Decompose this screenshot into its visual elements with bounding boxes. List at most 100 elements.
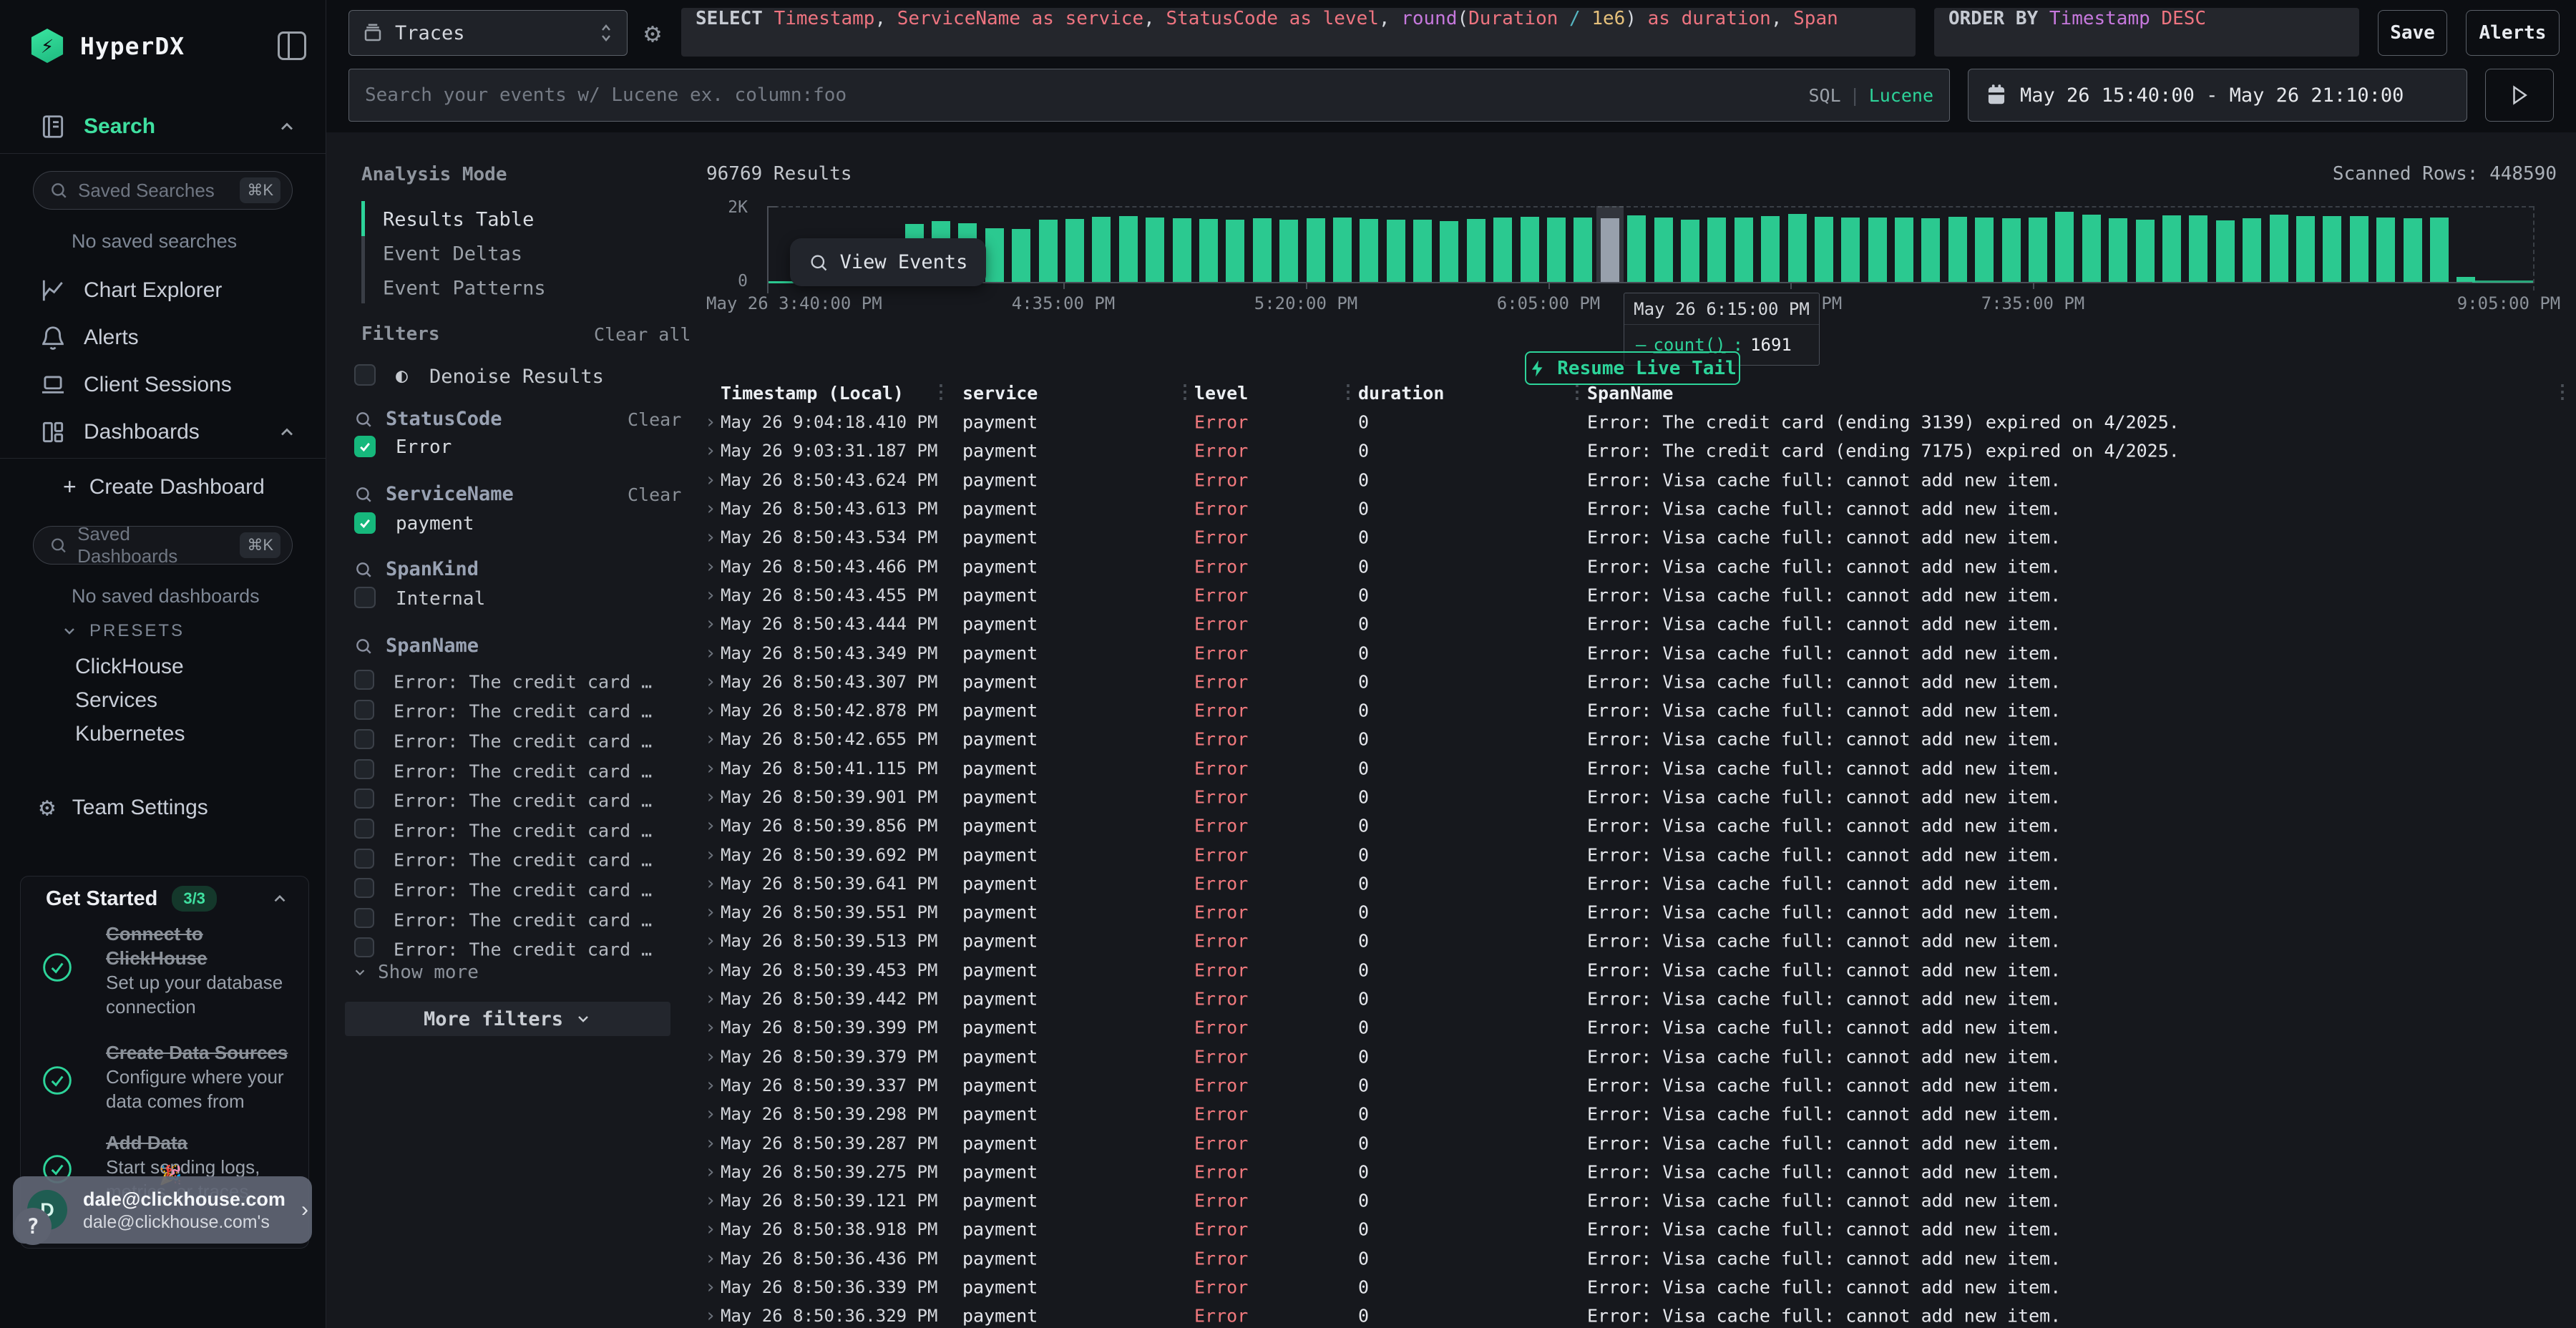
table-row[interactable]: › May 26 8:50:39.121 PM payment Error 0 … xyxy=(687,1186,2576,1215)
clear-all-link[interactable]: Clear all xyxy=(594,324,691,345)
spanname-filter-item[interactable]: Error: The credit card … xyxy=(354,846,669,876)
histogram-slot[interactable] xyxy=(2399,206,2426,283)
column-header-duration[interactable]: duration xyxy=(1358,383,1444,404)
sidebar-item-team-settings[interactable]: ⚙ Team Settings xyxy=(39,793,297,822)
spanname-checkbox[interactable] xyxy=(354,729,374,749)
row-expand-chevron[interactable]: › xyxy=(705,873,716,894)
spanname-checkbox[interactable] xyxy=(354,700,374,720)
histogram-slot[interactable] xyxy=(2185,206,2212,283)
table-row[interactable]: › May 26 8:50:36.329 PM payment Error 0 … xyxy=(687,1302,2576,1328)
saved-dashboards-input[interactable]: Saved Dashboards ⌘K xyxy=(33,526,293,565)
query-language-toggle[interactable]: SQL | Lucene xyxy=(1808,85,1933,106)
filter-group-name[interactable]: ServiceName xyxy=(386,483,514,505)
histogram-slot[interactable] xyxy=(1088,206,1115,283)
sidebar-item-alerts[interactable]: Alerts xyxy=(39,324,297,351)
clear-statuscode-link[interactable]: Clear xyxy=(628,409,681,430)
clear-servicename-link[interactable]: Clear xyxy=(628,484,681,505)
sidebar-item-chart-explorer[interactable]: Chart Explorer xyxy=(39,277,297,304)
statuscode-error-label[interactable]: Error xyxy=(396,436,452,458)
denoise-label[interactable]: Denoise Results xyxy=(429,366,604,388)
row-expand-chevron[interactable]: › xyxy=(705,1046,716,1068)
histogram-slot[interactable] xyxy=(2453,206,2479,283)
table-row[interactable]: › May 26 8:50:39.337 PM payment Error 0 … xyxy=(687,1071,2576,1100)
save-button[interactable]: Save xyxy=(2378,10,2447,56)
row-expand-chevron[interactable]: › xyxy=(705,1133,716,1154)
histogram-slot[interactable] xyxy=(1008,206,1035,283)
histogram-bars[interactable] xyxy=(767,206,2533,283)
spanname-checkbox[interactable] xyxy=(354,937,374,957)
show-more-toggle[interactable]: Show more xyxy=(352,962,479,983)
histogram-slot[interactable] xyxy=(1382,206,1409,283)
row-expand-chevron[interactable]: › xyxy=(705,960,716,981)
table-row[interactable]: › May 26 8:50:42.655 PM payment Error 0 … xyxy=(687,725,2576,753)
histogram-slot[interactable] xyxy=(1436,206,1463,283)
histogram-slot[interactable] xyxy=(1516,206,1543,283)
histogram-slot[interactable] xyxy=(2506,206,2532,283)
histogram-slot[interactable] xyxy=(1838,206,1864,283)
get-started-header[interactable]: Get Started 3/3 xyxy=(46,886,289,912)
row-expand-chevron[interactable]: › xyxy=(705,498,716,519)
histogram-slot[interactable] xyxy=(1730,206,1757,283)
histogram-slot[interactable] xyxy=(2212,206,2238,283)
row-expand-chevron[interactable]: › xyxy=(705,1276,716,1298)
histogram-slot[interactable] xyxy=(2105,206,2132,283)
help-button[interactable]: ? xyxy=(14,1208,52,1245)
row-expand-chevron[interactable]: › xyxy=(705,758,716,779)
column-resize-handle[interactable]: ⋮ xyxy=(2553,383,2572,403)
histogram-slot[interactable] xyxy=(2051,206,2078,283)
column-resize-handle[interactable]: ⋮ xyxy=(1568,383,1586,403)
spanname-checkbox[interactable] xyxy=(354,670,374,690)
resume-live-tail-button[interactable]: Resume Live Tail xyxy=(1525,351,1740,385)
table-row[interactable]: › May 26 9:04:18.410 PM payment Error 0 … xyxy=(687,408,2576,436)
row-expand-chevron[interactable]: › xyxy=(705,469,716,491)
row-expand-chevron[interactable]: › xyxy=(705,643,716,664)
spanname-checkbox[interactable] xyxy=(354,908,374,928)
table-row[interactable]: › May 26 8:50:39.298 PM payment Error 0 … xyxy=(687,1100,2576,1128)
column-resize-handle[interactable]: ⋮ xyxy=(932,383,950,403)
histogram-slot[interactable] xyxy=(1918,206,1944,283)
table-row[interactable]: › May 26 8:50:43.349 PM payment Error 0 … xyxy=(687,638,2576,667)
table-row[interactable]: › May 26 9:03:31.187 PM payment Error 0 … xyxy=(687,436,2576,465)
spanname-filter-item[interactable]: Error: The credit card … xyxy=(354,667,669,697)
run-query-button[interactable] xyxy=(2485,69,2554,122)
table-row[interactable]: › May 26 8:50:43.444 PM payment Error 0 … xyxy=(687,610,2576,638)
histogram-slot[interactable] xyxy=(1704,206,1730,283)
histogram-slot[interactable] xyxy=(2292,206,2318,283)
table-row[interactable]: › May 26 8:50:39.379 PM payment Error 0 … xyxy=(687,1043,2576,1071)
histogram-slot[interactable] xyxy=(1864,206,1890,283)
denoise-checkbox[interactable] xyxy=(354,364,376,386)
table-row[interactable]: › May 26 8:50:43.307 PM payment Error 0 … xyxy=(687,668,2576,696)
table-row[interactable]: › May 26 8:50:39.856 PM payment Error 0 … xyxy=(687,811,2576,840)
row-expand-chevron[interactable]: › xyxy=(705,1190,716,1211)
table-row[interactable]: › May 26 8:50:43.624 PM payment Error 0 … xyxy=(687,466,2576,494)
row-expand-chevron[interactable]: › xyxy=(705,930,716,952)
app-logo[interactable]: ⚡ HyperDX xyxy=(30,29,185,63)
histogram-slot[interactable] xyxy=(2158,206,2185,283)
histogram-slot[interactable] xyxy=(1543,206,1569,283)
histogram-slot[interactable] xyxy=(1890,206,1917,283)
histogram-slot[interactable] xyxy=(2265,206,2292,283)
column-header-level[interactable]: level xyxy=(1194,383,1248,404)
mode-results-table[interactable]: Results Table xyxy=(383,209,534,231)
table-row[interactable]: › May 26 8:50:36.339 PM payment Error 0 … xyxy=(687,1273,2576,1302)
histogram-slot[interactable] xyxy=(1570,206,1596,283)
row-expand-chevron[interactable]: › xyxy=(705,411,716,433)
histogram-slot[interactable] xyxy=(1650,206,1677,283)
table-row[interactable]: › May 26 8:50:41.115 PM payment Error 0 … xyxy=(687,754,2576,783)
table-row[interactable]: › May 26 8:50:38.918 PM payment Error 0 … xyxy=(687,1215,2576,1244)
spanname-checkbox[interactable] xyxy=(354,819,374,839)
column-header-timestamp[interactable]: Timestamp (Local) xyxy=(721,383,904,404)
spanname-checkbox[interactable] xyxy=(354,788,374,809)
row-expand-chevron[interactable]: › xyxy=(705,786,716,808)
preset-kubernetes[interactable]: Kubernetes xyxy=(75,722,185,746)
source-select[interactable]: Traces xyxy=(348,10,628,56)
mode-event-patterns[interactable]: Event Patterns xyxy=(383,278,546,300)
table-row[interactable]: › May 26 8:50:39.287 PM payment Error 0 … xyxy=(687,1128,2576,1157)
histogram-slot[interactable] xyxy=(1275,206,1302,283)
table-row[interactable]: › May 26 8:50:39.901 PM payment Error 0 … xyxy=(687,783,2576,811)
statuscode-error-checkbox[interactable] xyxy=(354,436,376,457)
table-row[interactable]: › May 26 8:50:43.613 PM payment Error 0 … xyxy=(687,494,2576,523)
spanname-checkbox[interactable] xyxy=(354,849,374,869)
histogram-slot[interactable] xyxy=(1169,206,1195,283)
column-resize-handle[interactable]: ⋮ xyxy=(1339,383,1357,403)
